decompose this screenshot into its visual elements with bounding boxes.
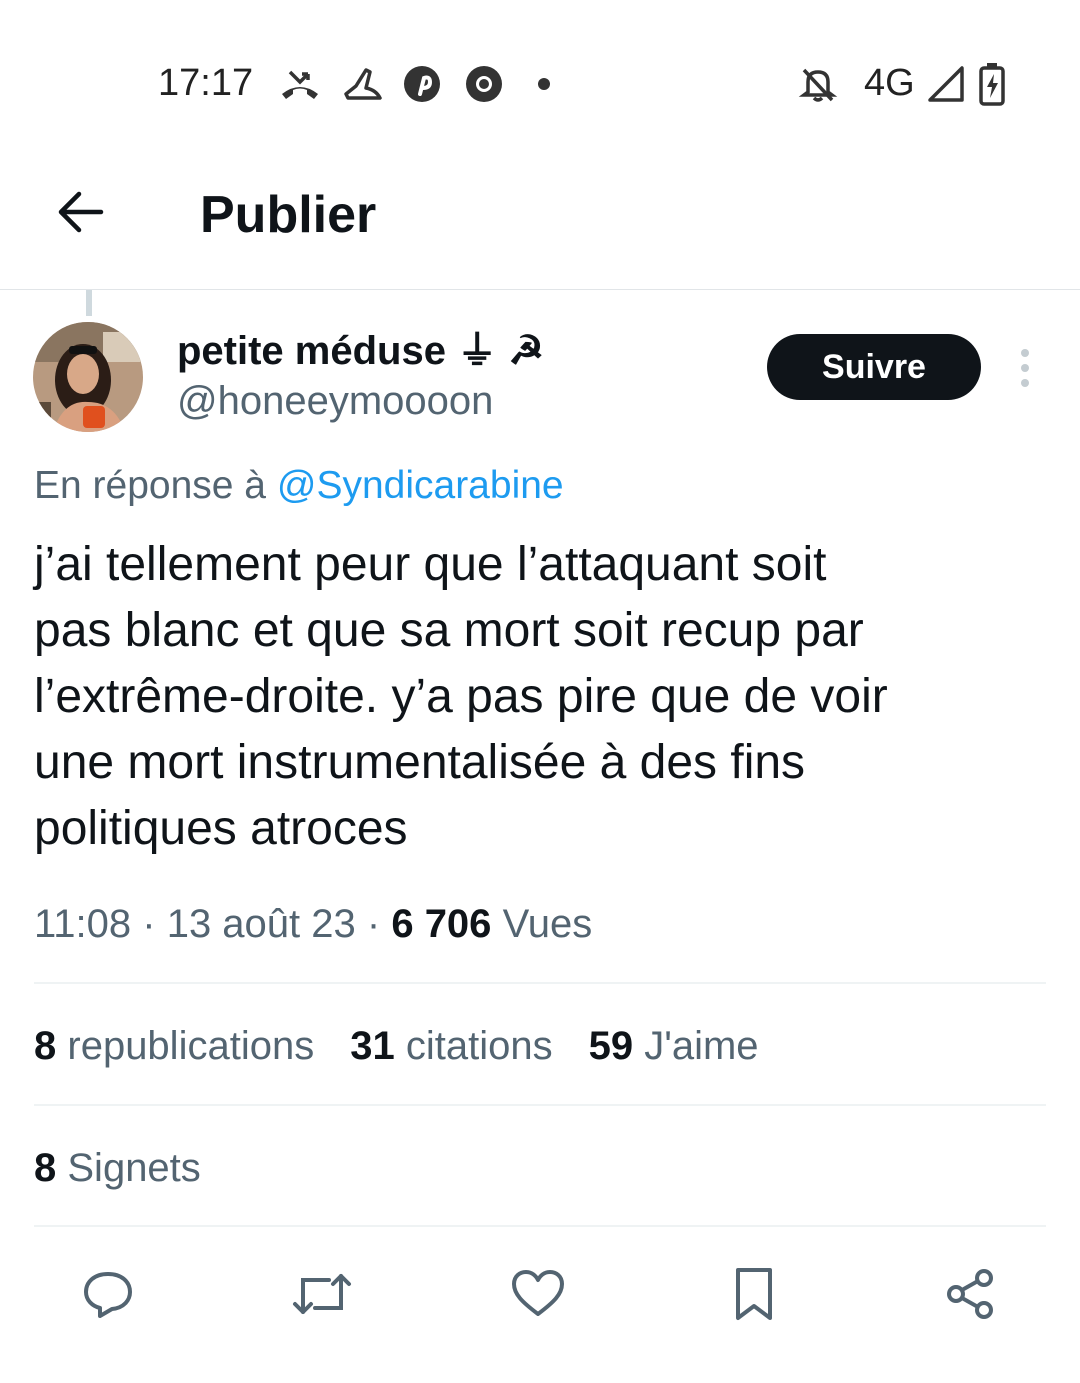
- status-bar: 17:17 4G: [0, 0, 1080, 150]
- repost-button[interactable]: [290, 1262, 354, 1326]
- quotes-label: citations: [405, 1024, 553, 1068]
- back-button[interactable]: [48, 180, 112, 244]
- meta-separator: ·: [366, 902, 392, 946]
- divider: [34, 1104, 1046, 1106]
- share-button[interactable]: [938, 1262, 1002, 1326]
- post-meta: 11:08 · 13 août 23 · 6 706 Vues: [34, 898, 592, 950]
- network-type: 4G: [864, 62, 915, 104]
- more-vertical-icon: [1021, 349, 1029, 387]
- bookmark-icon: [736, 1268, 772, 1320]
- bookmarks-count: 8: [34, 1146, 57, 1190]
- quotes-count: 31: [350, 1024, 395, 1068]
- more-options-button[interactable]: [1000, 340, 1050, 396]
- header-divider: [0, 289, 1080, 290]
- bell-off-icon: [796, 62, 840, 106]
- likes-count: 59: [588, 1024, 634, 1068]
- signal-icon: [924, 62, 968, 106]
- divider: [34, 982, 1046, 984]
- like-icon: [512, 1270, 564, 1316]
- reposts-label: republications: [67, 1024, 315, 1068]
- author-handle[interactable]: @honeeymoooon: [177, 376, 493, 426]
- reply-icon: [84, 1272, 132, 1318]
- like-button[interactable]: [506, 1262, 570, 1326]
- dot-icon: [522, 62, 566, 106]
- page-title: Publier: [200, 186, 377, 244]
- quotes-stat[interactable]: 31 citations: [350, 1020, 552, 1072]
- shoe-icon: [340, 62, 384, 106]
- follow-button[interactable]: Suivre: [767, 334, 981, 400]
- arrow-left-icon: [58, 191, 104, 233]
- reply-to-link[interactable]: @Syndicarabine: [277, 464, 564, 507]
- pinterest-icon: [400, 62, 444, 106]
- bookmarks-label: Signets: [67, 1146, 201, 1190]
- post-time[interactable]: 11:08: [34, 902, 131, 946]
- avatar[interactable]: [33, 322, 143, 432]
- meta-separator: ·: [142, 902, 167, 946]
- repost-icon: [293, 1274, 351, 1314]
- share-icon: [947, 1269, 993, 1319]
- post-date[interactable]: 13 août 23: [167, 902, 356, 946]
- bookmarks-stat[interactable]: 8 Signets: [34, 1142, 201, 1194]
- reply-context: En réponse à @Syndicarabine: [34, 462, 564, 510]
- battery-charging-icon: [970, 62, 1014, 106]
- thread-connector: [86, 290, 92, 316]
- author-name[interactable]: petite méduse ⏚ ☭: [177, 326, 544, 376]
- likes-label: J'aime: [644, 1024, 759, 1068]
- views-count: 6 706: [391, 902, 492, 946]
- bookmark-button[interactable]: [722, 1262, 786, 1326]
- status-time: 17:17: [158, 62, 254, 104]
- divider: [34, 1225, 1046, 1227]
- chrome-icon: [462, 62, 506, 106]
- missed-call-icon: [278, 62, 322, 106]
- reposts-count: 8: [34, 1024, 57, 1068]
- reply-button[interactable]: [76, 1262, 140, 1326]
- reposts-stat[interactable]: 8 republications: [34, 1020, 314, 1072]
- post-stats: 8 republications 31 citations 59 J'aime: [34, 1020, 759, 1072]
- views-label: Vues: [502, 902, 593, 946]
- reply-prefix: En réponse à: [34, 464, 267, 507]
- likes-stat[interactable]: 59 J'aime: [589, 1020, 759, 1072]
- post-text: j’ai tellement peur que l’attaquant soit…: [34, 538, 888, 855]
